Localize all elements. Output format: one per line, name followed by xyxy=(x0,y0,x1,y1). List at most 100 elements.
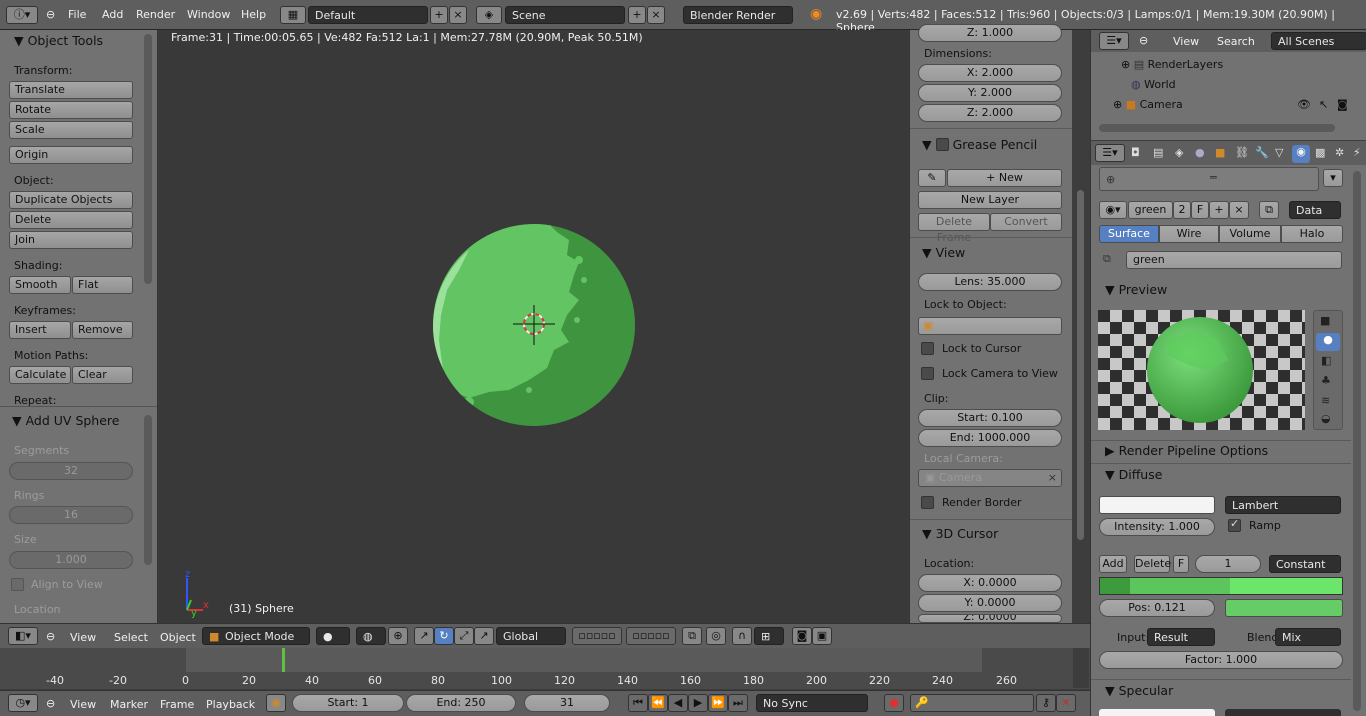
unlink-material-icon[interactable]: × xyxy=(1229,201,1249,219)
translate-manipulator-icon[interactable]: ↗ xyxy=(414,627,434,645)
halo-tab[interactable]: Halo xyxy=(1281,225,1343,243)
new-grease-button[interactable]: + New xyxy=(947,169,1062,187)
preview-header[interactable]: ▼ Preview xyxy=(1105,282,1167,297)
grease-pencil-header[interactable]: ▼ Grease Pencil xyxy=(922,136,1037,152)
timeline-view-menu[interactable]: View xyxy=(70,698,96,711)
ramp-flip-button[interactable]: F xyxy=(1173,555,1189,573)
duplicate-objects-button[interactable]: Duplicate Objects xyxy=(9,191,133,209)
texture-tab-icon[interactable]: ▩ xyxy=(1315,146,1325,159)
specular-header[interactable]: ▼ Specular xyxy=(1105,683,1173,698)
local-camera-field[interactable]: ▣ Camera × xyxy=(918,469,1062,487)
proportional-edit-icon[interactable]: ◎ xyxy=(706,627,726,645)
sync-mode-selector[interactable]: No Sync xyxy=(756,694,868,712)
transform-orientation-selector[interactable]: Global xyxy=(496,627,566,645)
ramp-add-button[interactable]: Add xyxy=(1099,555,1127,573)
start-frame-field[interactable]: Start: 1 xyxy=(292,694,404,712)
remove-keyframe-button[interactable]: Remove xyxy=(72,321,133,339)
renderable-camera-icon[interactable]: ◙ xyxy=(1337,98,1348,111)
ramp-stop-color-swatch[interactable] xyxy=(1225,599,1343,617)
dimension-x-field[interactable]: X: 2.000 xyxy=(918,64,1062,82)
render-pipeline-header[interactable]: ▶ Render Pipeline Options xyxy=(1105,443,1268,458)
constraints-tab-icon[interactable]: ⛓ xyxy=(1235,146,1249,159)
origin-button[interactable]: Origin xyxy=(9,146,133,164)
preview-hair-icon[interactable]: ≋ xyxy=(1321,394,1330,407)
play-icon[interactable]: ▶ xyxy=(688,694,708,712)
menu-render[interactable]: Render xyxy=(136,8,175,21)
outliner-view-menu[interactable]: View xyxy=(1173,35,1199,48)
new-material-icon[interactable]: + xyxy=(1209,201,1229,219)
particles-tab-icon[interactable]: ✲ xyxy=(1335,146,1344,159)
render-layers-tab-icon[interactable]: ▤ xyxy=(1153,146,1163,159)
lock-layers-icon[interactable]: ⧉ xyxy=(682,627,702,645)
view-panel-header[interactable]: ▼ View xyxy=(922,245,965,260)
lock-object-field[interactable]: ▣ xyxy=(918,317,1062,335)
opengl-render-icon[interactable]: ◙ xyxy=(792,627,812,645)
size-field[interactable]: 1.000 xyxy=(9,551,133,569)
cursor-y-field[interactable]: Y: 0.0000 xyxy=(918,594,1062,612)
dimension-z-field[interactable]: Z: 2.000 xyxy=(918,104,1062,122)
viewport-shading-selector[interactable]: ● xyxy=(316,627,350,645)
scale-manipulator-icon[interactable]: ⤢ xyxy=(454,627,474,645)
preview-sky-icon[interactable]: ◒ xyxy=(1321,412,1331,425)
outliner-display-mode-selector[interactable]: All Scenes xyxy=(1271,32,1366,50)
layout-selector[interactable]: Default xyxy=(308,6,428,24)
render-border-checkbox[interactable] xyxy=(921,496,934,509)
world-tab-icon[interactable]: ● xyxy=(1195,146,1205,159)
timeline-editor-icon[interactable]: ◷▾ xyxy=(8,694,38,712)
segments-field[interactable]: 32 xyxy=(9,462,133,480)
calculate-button[interactable]: Calculate xyxy=(9,366,71,384)
play-reverse-icon[interactable]: ◀ xyxy=(668,694,688,712)
rotate-manipulator-icon[interactable]: ↻ xyxy=(434,627,454,645)
delete-frame-button[interactable]: Delete Frame xyxy=(918,213,990,244)
outliner-search-menu[interactable]: Search xyxy=(1217,35,1255,48)
material-users-count[interactable]: 2 xyxy=(1173,201,1191,219)
collapse-icon[interactable]: ⊖ xyxy=(46,8,55,21)
remove-layout-icon[interactable]: × xyxy=(449,6,467,24)
3d-editor-type-icon[interactable]: ◧▾ xyxy=(8,627,38,645)
outliner-scrollbar[interactable] xyxy=(1099,124,1335,132)
link-type-selector[interactable]: Data xyxy=(1289,201,1341,219)
specular-shader-selector[interactable] xyxy=(1225,709,1341,716)
clear-camera-icon[interactable]: × xyxy=(1048,470,1057,486)
diffuse-shader-selector[interactable]: Lambert xyxy=(1225,496,1341,514)
fake-user-toggle[interactable]: F xyxy=(1191,201,1209,219)
color-ramp-bar[interactable] xyxy=(1099,577,1343,595)
remove-scene-icon[interactable]: × xyxy=(647,6,665,24)
preview-cube-icon[interactable]: ◧ xyxy=(1321,354,1331,367)
material-tab-icon[interactable]: ◉ xyxy=(1292,145,1310,163)
end-frame-field[interactable]: End: 250 xyxy=(406,694,516,712)
layers-grid-1[interactable]: ▫▫▫▫▫ xyxy=(572,627,622,645)
align-to-view-checkbox[interactable] xyxy=(11,578,24,591)
npanel-scrollbar[interactable] xyxy=(1077,190,1084,540)
object-tools-header[interactable]: ▼ Object Tools xyxy=(14,33,103,48)
outliner-editor-icon[interactable]: ☰▾ xyxy=(1099,32,1129,50)
outliner-item-renderlayers[interactable]: ⊕ ▤ RenderLayers xyxy=(1121,58,1223,71)
pivot-point-selector[interactable]: ◍ xyxy=(356,627,386,645)
manipulator-toggle-icon[interactable]: ⊕ xyxy=(388,627,408,645)
specular-color-swatch[interactable] xyxy=(1099,709,1215,716)
transform-orientation-icon[interactable]: ↗ xyxy=(474,627,494,645)
menu-add[interactable]: Add xyxy=(102,8,123,21)
jump-keyframe-forward-icon[interactable]: ⏩ xyxy=(708,694,728,712)
scene-selector[interactable]: Scene xyxy=(505,6,625,24)
ramp-interpolation-selector[interactable]: Constant xyxy=(1269,555,1341,573)
rings-field[interactable]: 16 xyxy=(9,506,133,524)
material-slot-list[interactable]: ⊕ ═ xyxy=(1099,167,1319,191)
translate-button[interactable]: Translate xyxy=(9,81,133,99)
timeline[interactable]: -40 -20 0 20 40 60 80 100 120 140 160 18… xyxy=(0,648,1090,689)
object-menu[interactable]: Object xyxy=(160,631,196,644)
list-grip-icon[interactable]: ═ xyxy=(1210,170,1217,186)
physics-tab-icon[interactable]: ⚡ xyxy=(1353,146,1361,159)
add-layout-icon[interactable]: + xyxy=(430,6,448,24)
delete-keyframe-icon[interactable]: ✕ xyxy=(1056,694,1076,712)
toolshelf-scrollbar[interactable] xyxy=(144,34,152,284)
object-tab-icon[interactable]: ■ xyxy=(1215,146,1225,159)
cursor-z-field[interactable]: Z: 0.0000 xyxy=(918,614,1062,623)
lens-field[interactable]: Lens: 35.000 xyxy=(918,273,1062,291)
scene-tab-icon[interactable]: ◈ xyxy=(1175,146,1183,159)
header-collapse-icon[interactable]: ⊖ xyxy=(46,630,55,643)
3d-cursor-icon[interactable] xyxy=(509,303,559,353)
material-name-input[interactable]: green xyxy=(1126,251,1342,269)
screen-layout-icon[interactable]: ▦ xyxy=(280,6,306,24)
location-z-field[interactable]: Z: 1.000 xyxy=(918,24,1062,42)
